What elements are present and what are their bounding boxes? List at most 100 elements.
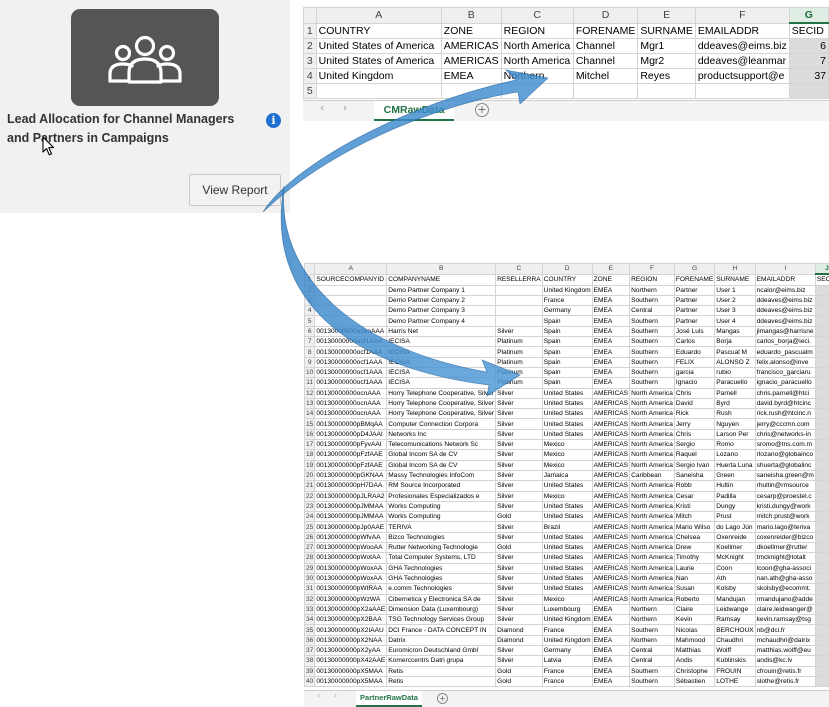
row-header[interactable]: 37	[305, 645, 315, 655]
cell[interactable]: AMERICAS	[592, 584, 629, 594]
cell[interactable]: 00130000000pBMqAA	[315, 419, 387, 429]
row-header[interactable]: 35	[305, 625, 315, 635]
cell[interactable]: AMERICAS	[592, 419, 629, 429]
cell[interactable]: 00130000000pX5MAA	[315, 666, 387, 676]
cell[interactable]: rlozano@globainco	[755, 450, 815, 460]
cell[interactable]: United States	[542, 501, 592, 511]
column-header[interactable]: I	[755, 264, 815, 275]
cell[interactable]: EMEA	[592, 378, 629, 388]
cell[interactable]	[501, 84, 573, 99]
cell[interactable]: Southern	[630, 367, 675, 377]
cell[interactable]: 10	[815, 306, 829, 316]
cell[interactable]: EMEA	[592, 676, 629, 686]
cell[interactable]: 41	[815, 357, 829, 367]
cell[interactable]: Kevin	[674, 615, 714, 625]
cell[interactable]: jerry@cccmn.com	[755, 419, 815, 429]
cell[interactable]: Sébastien	[674, 676, 714, 686]
cell[interactable]: dkoellmer@rutter	[755, 543, 815, 553]
column-header[interactable]: B	[387, 264, 496, 275]
cell[interactable]: SOURCECOMPANYID	[315, 274, 387, 285]
cell[interactable]: Byrd	[715, 398, 755, 408]
cell[interactable]: AMERICAS	[592, 450, 629, 460]
cell[interactable]: EMEA	[592, 337, 629, 347]
cell[interactable]: North America	[630, 553, 675, 563]
cell[interactable]: rubio	[715, 367, 755, 377]
cell[interactable]: saneisha.green@m	[755, 470, 815, 480]
cell[interactable]: FROUIN	[715, 666, 755, 676]
row-header[interactable]: 1	[305, 274, 315, 285]
row-header[interactable]: 19	[305, 460, 315, 470]
cell[interactable]: North America	[630, 512, 675, 522]
cell[interactable]: 66	[815, 615, 829, 625]
cell[interactable]: Kolsby	[715, 584, 755, 594]
cell[interactable]: Demo Partner Company 1	[387, 285, 496, 295]
cell[interactable]: ddeaves@eims.biz	[755, 316, 815, 326]
row-header[interactable]: 32	[305, 594, 315, 604]
cell[interactable]: North America	[630, 532, 675, 542]
cell[interactable]: Silver	[496, 460, 543, 470]
cell[interactable]: North America	[501, 39, 573, 54]
sheet-nav-next[interactable]: ›	[343, 102, 347, 114]
cell[interactable]: Silver	[496, 532, 543, 542]
cell[interactable]: eduardo_pascualm	[755, 347, 815, 357]
cell[interactable]: Spain	[542, 378, 592, 388]
row-header[interactable]: 28	[305, 553, 315, 563]
cell[interactable]: ZONE	[441, 23, 501, 39]
cell[interactable]: francisco_garciaru	[755, 367, 815, 377]
cell[interactable]: United States	[542, 429, 592, 439]
report-tile[interactable]: Lead Allocation for Channel Managers and…	[0, 0, 290, 213]
cell[interactable]: Silver	[496, 553, 543, 563]
cell[interactable]: IECISA	[387, 337, 496, 347]
cell[interactable]: Mgr2	[638, 54, 696, 69]
cell[interactable]: ZONE	[592, 274, 629, 285]
cell[interactable]: Southern	[630, 666, 675, 676]
cell[interactable]: 48	[815, 429, 829, 439]
cell[interactable]: Nguyen	[715, 419, 755, 429]
cell[interactable]	[695, 84, 789, 99]
cell[interactable]: ddeaves@eims.biz	[695, 39, 789, 54]
column-header[interactable]: A	[316, 8, 441, 24]
cell[interactable]: North America	[501, 54, 573, 69]
cell[interactable]: EMEA	[592, 316, 629, 326]
cell[interactable]: Southern	[630, 295, 675, 305]
cell[interactable]: 71	[815, 666, 829, 676]
cell[interactable]: Horry Telephone Cooperative, Silver	[387, 388, 496, 398]
cell[interactable]: EMEA	[592, 645, 629, 655]
cell[interactable]: David	[674, 398, 714, 408]
cell[interactable]: 58	[815, 532, 829, 542]
cell[interactable]: COMPANYNAME	[387, 274, 496, 285]
cell[interactable]: Germany	[542, 306, 592, 316]
cell[interactable]: Total Computer Systems, LTD	[387, 553, 496, 563]
cell[interactable]: Larson Per	[715, 429, 755, 439]
row-header[interactable]: 3	[305, 295, 315, 305]
cell[interactable]: 37	[789, 69, 828, 84]
select-all-corner[interactable]	[304, 8, 317, 24]
cell[interactable]: Silver	[496, 645, 543, 655]
cell[interactable]: Laurie	[674, 563, 714, 573]
cell[interactable]: Huerta Luna	[715, 460, 755, 470]
cell[interactable]: Diamond	[496, 635, 543, 645]
cell[interactable]: Rick	[674, 409, 714, 419]
row-header[interactable]: 34	[305, 615, 315, 625]
cell[interactable]: 11	[815, 316, 829, 326]
cell[interactable]: 50	[815, 450, 829, 460]
cell[interactable]: 00130000000pH7DAA	[315, 481, 387, 491]
cm-raw-data-spreadsheet[interactable]: ABCDEFG 1COUNTRYZONEREGIONFORENAMESURNAM…	[303, 7, 829, 120]
cell[interactable]: AMERICAS	[592, 553, 629, 563]
cell[interactable]: 00130000000pWoxAA	[315, 563, 387, 573]
cell[interactable]: rhultin@rmsource	[755, 481, 815, 491]
cell[interactable]: Romo	[715, 440, 755, 450]
cell[interactable]: REGION	[501, 23, 573, 39]
cell[interactable]: Nicolas	[674, 625, 714, 635]
cell[interactable]: 00130000000pX2yAA	[315, 645, 387, 655]
cell[interactable]: United States	[542, 573, 592, 583]
cell[interactable]: Computer Connection Corpora	[387, 419, 496, 429]
cell[interactable]: GHA Technologies	[387, 573, 496, 583]
cell[interactable]: ignacio_paracuello	[755, 378, 815, 388]
row-header[interactable]: 8	[305, 347, 315, 357]
cell[interactable]: Jamaica	[542, 470, 592, 480]
cell[interactable]: Partner	[674, 316, 714, 326]
cell[interactable]: 63	[815, 584, 829, 594]
cell[interactable]: North America	[630, 460, 675, 470]
cell[interactable]: Southern	[630, 316, 675, 326]
